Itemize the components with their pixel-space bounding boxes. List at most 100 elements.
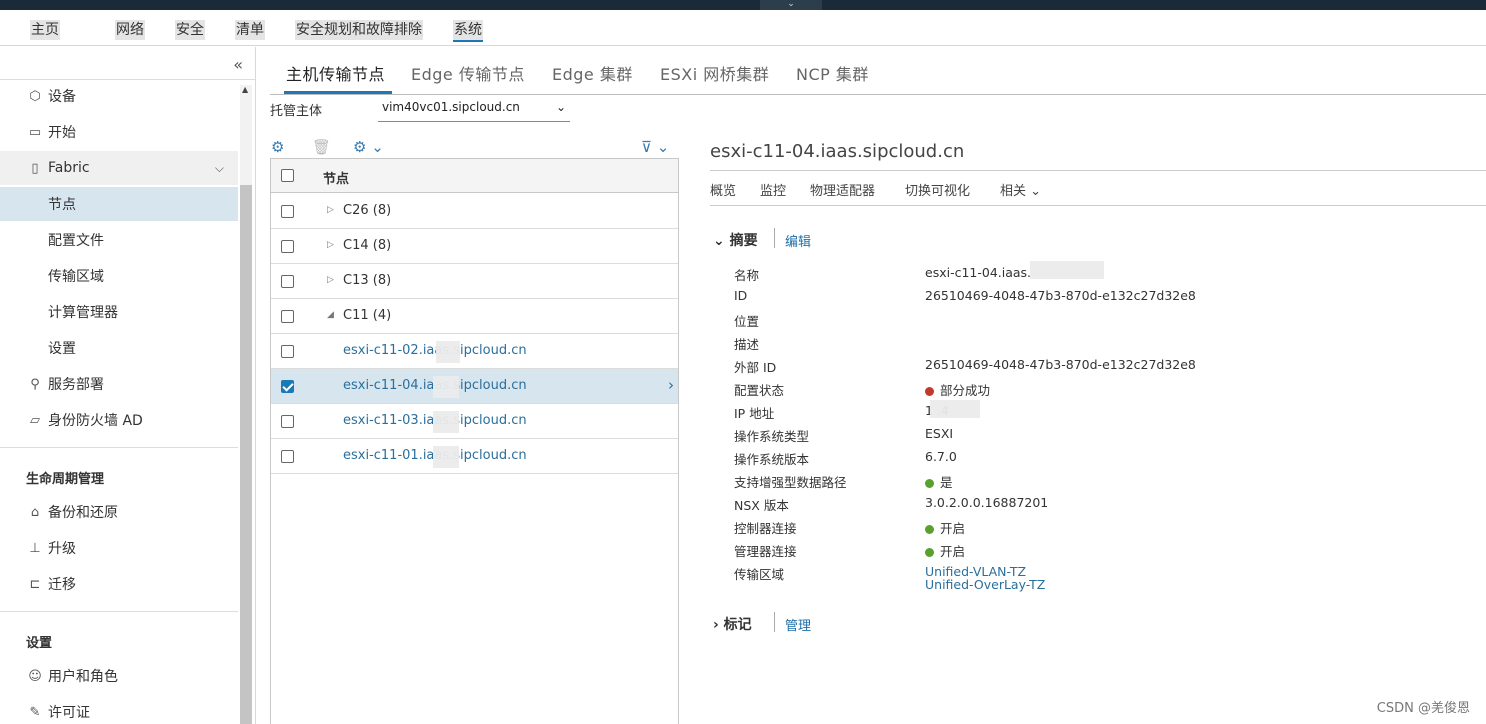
scrollbar-thumb[interactable] [240,185,252,724]
group-label: C14 (8) [343,238,392,253]
sidebar-item-label: 配置文件 [48,233,104,249]
field-value: 26510469-4048-47b3-870d-e132c27d32e8 [925,288,1196,303]
row-checkbox[interactable] [281,275,294,288]
subtab-switch-visualization[interactable]: 切换可视化 [905,180,970,199]
field-value: 开启 [925,541,965,560]
sidebar-item-users-roles[interactable]: ☺ 用户和角色 [0,659,238,693]
collapse-sidebar-icon[interactable]: « [233,55,243,74]
window-top-strip: ⌄ [0,0,1486,12]
subtab-overview[interactable]: 概览 [710,180,736,199]
sidebar-item-compute-managers[interactable]: 计算管理器 [0,295,238,329]
select-all-checkbox[interactable] [281,169,294,182]
chevron-right-icon[interactable]: › [668,376,674,394]
nav-system[interactable]: 系统 [453,20,483,42]
table-row[interactable]: ▷ C13 (8) [271,264,678,299]
divider [0,447,238,448]
users-icon: ☺ [28,668,42,684]
group-label: C13 (8) [343,273,392,288]
collapse-icon[interactable]: ◢ [327,310,334,320]
sidebar-item-appliances[interactable]: ⬡ 设备 [0,79,238,113]
sidebar-item-fabric[interactable]: ▯ Fabric ⌵ [0,151,238,185]
host-link[interactable]: esxi-c11-02.iaas.sipcloud.cn [343,343,527,358]
table-row[interactable]: esxi-c11-04.iaas.sipcloud.cn › [271,369,678,404]
sidebar-item-transport-zones[interactable]: 传输区域 [0,259,238,293]
managed-by-select[interactable]: vim40vc01.sipcloud.cn ⌄ [378,96,570,122]
expand-icon[interactable]: ▷ [327,240,334,250]
migrate-icon: ⊏ [29,576,41,592]
summary-section-toggle[interactable]: ⌄ 摘要 [713,230,758,250]
top-navigation: 主页 网络 安全 清单 安全规划和故障排除 系统 [0,10,1486,46]
managed-by-value: vim40vc01.sipcloud.cn [382,100,520,114]
nav-plan-troubleshoot[interactable]: 安全规划和故障排除 [295,20,423,40]
sidebar-scrollbar[interactable]: ▲ [240,85,252,724]
sidebar-item-settings[interactable]: 设置 [0,331,238,365]
row-checkbox[interactable] [281,240,294,253]
sidebar-item-upgrade[interactable]: ⊥ 升级 [0,531,238,565]
sidebar: « ⬡ 设备 ▭ 开始 ▯ Fabric ⌵ 节点 配置文件 传输区域 计算管理… [0,47,256,724]
nav-home[interactable]: 主页 [30,20,60,40]
row-checkbox[interactable] [281,380,294,393]
tab-esxi-bridge-clusters[interactable]: ESXi 网桥集群 [660,61,769,85]
table-row[interactable]: ▷ C26 (8) [271,194,678,229]
table-row[interactable]: esxi-c11-03.iaas.sipcloud.cn [271,404,678,439]
table-row[interactable]: esxi-c11-01.iaas.sipcloud.cn [271,439,678,474]
field-value: ESXI [925,426,954,441]
subtab-related[interactable]: 相关 ⌄ [1000,180,1041,199]
sidebar-item-label: 身份防火墙 AD [48,413,143,429]
filter-icon[interactable]: ⊽ ⌄ [641,138,669,156]
license-icon: ✎ [29,704,41,720]
subtab-related-label: 相关 [1000,184,1027,199]
sidebar-item-backup[interactable]: ⌂ 备份和还原 [0,495,238,529]
subtab-physical-adapters[interactable]: 物理适配器 [810,180,875,199]
summary-heading: 摘要 [729,233,758,249]
field-label: 外部 ID [734,360,777,375]
tab-ncp-clusters[interactable]: NCP 集群 [796,61,869,85]
row-checkbox[interactable] [281,415,294,428]
sidebar-item-identity-firewall[interactable]: ▱ 身份防火墙 AD [0,403,238,437]
tab-edge-transport-nodes[interactable]: Edge 传输节点 [411,61,525,85]
expand-icon[interactable]: ▷ [327,205,334,215]
scroll-up-icon[interactable]: ▲ [242,85,248,94]
table-row[interactable]: esxi-c11-02.iaas.sipcloud.cn [271,334,678,369]
sidebar-item-service-deployment[interactable]: ⚲ 服务部署 [0,367,238,401]
tags-section-toggle[interactable]: › 标记 [713,614,752,634]
nav-networking[interactable]: 网络 [115,20,145,40]
field-label: 位置 [734,314,760,329]
column-header-node: 节点 [323,172,350,187]
sidebar-item-profiles[interactable]: 配置文件 [0,223,238,257]
group-label: C26 (8) [343,203,392,218]
tab-host-transport-nodes[interactable]: 主机传输节点 [286,61,385,85]
status-ok-icon [925,525,934,534]
cube-icon: ⬡ [29,88,41,104]
redaction-blur [433,446,459,468]
tab-edge-clusters[interactable]: Edge 集群 [552,61,633,85]
row-checkbox[interactable] [281,310,294,323]
field-label: IP 地址 [734,406,775,421]
nav-security[interactable]: 安全 [175,20,205,40]
status-ok-icon [925,479,934,488]
backup-icon: ⌂ [30,504,40,520]
divider [774,612,775,632]
table-row[interactable]: ◢ C11 (4) [271,299,678,334]
subtab-monitor[interactable]: 监控 [760,180,786,199]
field-label: 控制器连接 [734,521,797,536]
sidebar-item-license[interactable]: ✎ 许可证 [0,695,238,724]
row-checkbox[interactable] [281,345,294,358]
transport-zone-link[interactable]: Unified-OverLay-TZ [925,577,1045,592]
expand-icon[interactable]: ▷ [327,275,334,285]
sidebar-item-migrate[interactable]: ⊏ 迁移 [0,567,238,601]
sidebar-item-label: 传输区域 [48,269,104,285]
redaction-blur [930,400,980,418]
configure-nsx-icon[interactable]: ⚙ [271,138,284,156]
sidebar-item-get-started[interactable]: ▭ 开始 [0,115,238,149]
actions-gear-icon[interactable]: ⚙ ⌄ [353,138,384,156]
manage-link[interactable]: 管理 [785,615,811,634]
sidebar-item-nodes[interactable]: 节点 [0,187,238,221]
status-text: 开启 [940,544,966,559]
row-checkbox[interactable] [281,450,294,463]
edit-link[interactable]: 编辑 [785,231,811,250]
table-row[interactable]: ▷ C14 (8) [271,229,678,264]
nav-inventory[interactable]: 清单 [235,20,265,40]
section-heading-settings: 设置 [26,636,53,651]
row-checkbox[interactable] [281,205,294,218]
